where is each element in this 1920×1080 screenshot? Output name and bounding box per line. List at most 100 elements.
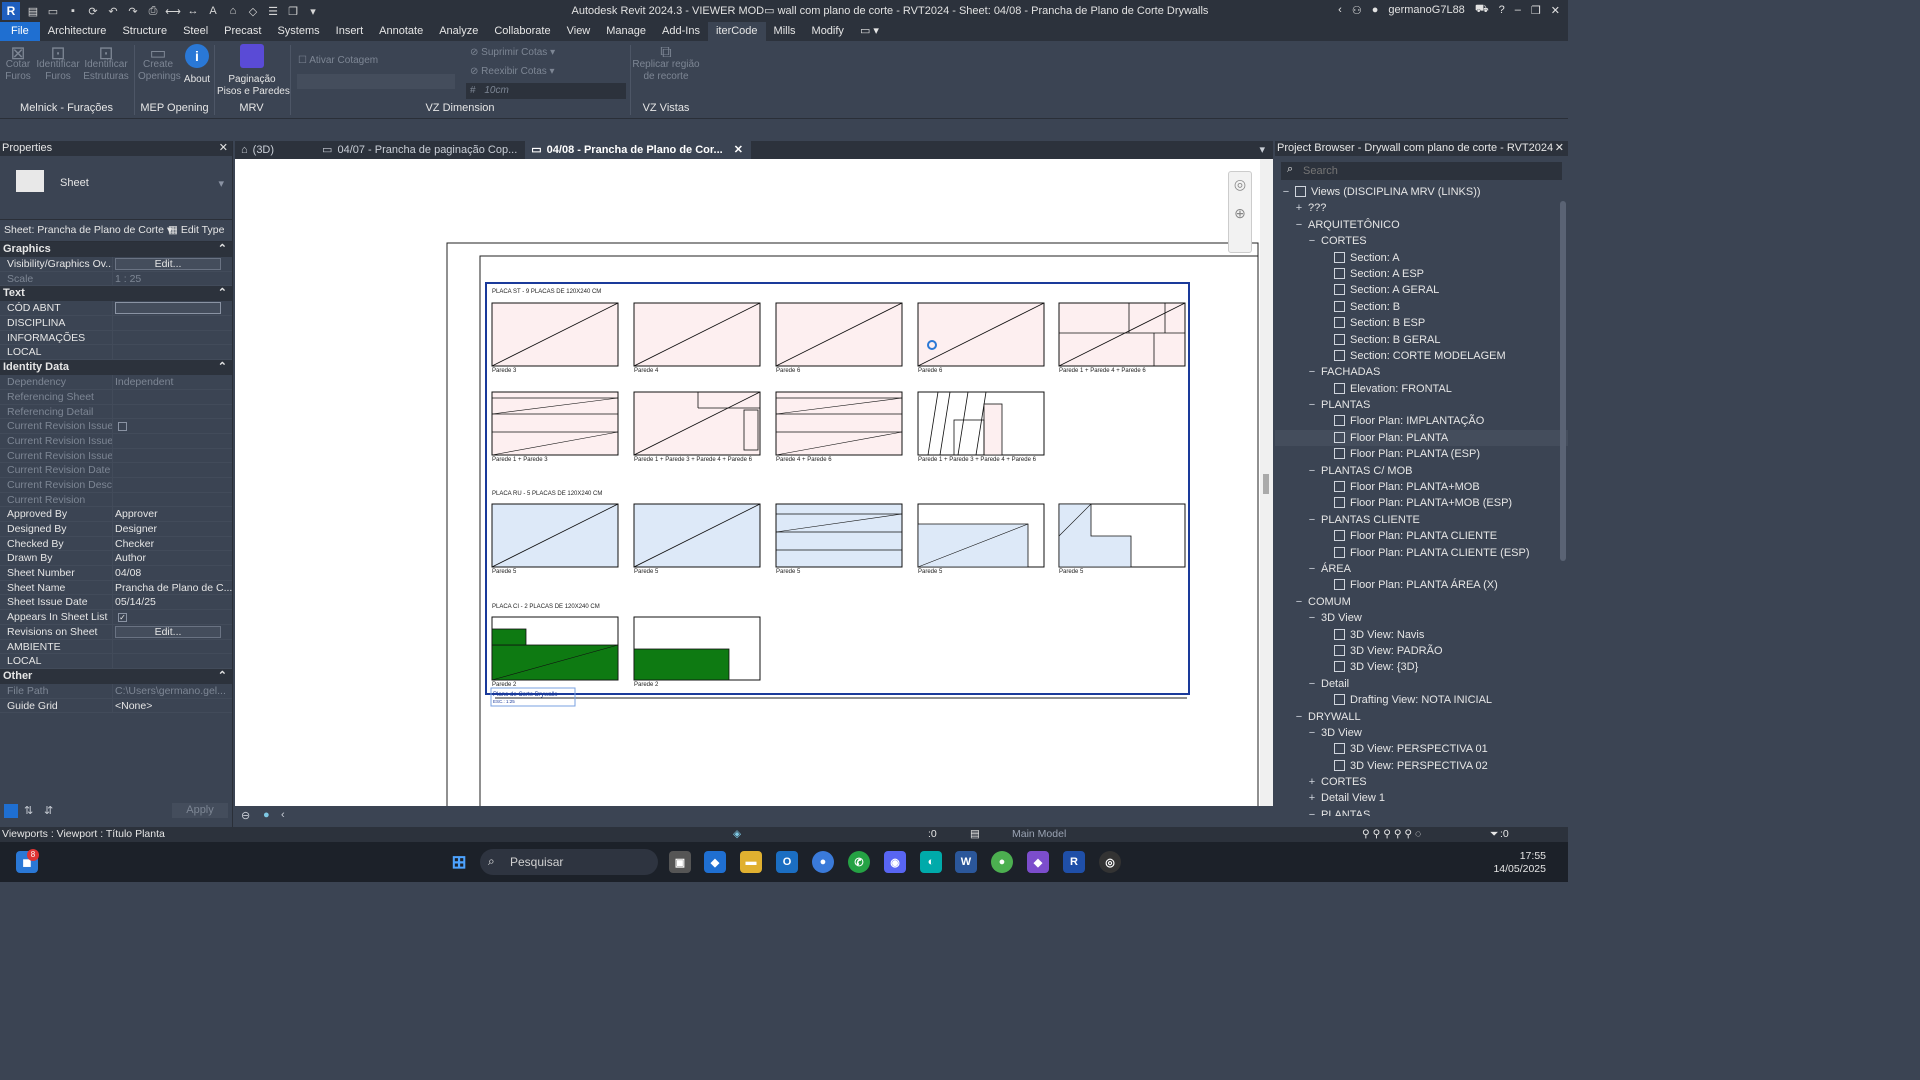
active-model[interactable]: Main Model: [1012, 827, 1066, 842]
ativar-cotagem-checkbox[interactable]: ☐ Ativar Cotagem: [298, 55, 388, 67]
expand-icon[interactable]: +: [1294, 200, 1304, 216]
sync-icon[interactable]: ⟳: [86, 4, 100, 18]
browser-item[interactable]: +???: [1275, 200, 1568, 216]
tab-itercode[interactable]: iterCode: [707, 22, 766, 41]
browser-item[interactable]: Floor Plan: PLANTA+MOB (ESP): [1275, 495, 1568, 511]
minimize-button[interactable]: –: [1515, 4, 1521, 16]
section-identity-data[interactable]: Identity Data ⌃: [0, 360, 232, 376]
collapse-icon[interactable]: −: [1281, 184, 1291, 200]
redo-icon[interactable]: ↷: [126, 4, 140, 18]
identificar-furos-button[interactable]: ⊡ Identificar Furos: [34, 44, 82, 83]
browser-item[interactable]: 3D View: Navis: [1275, 627, 1568, 643]
browser-item[interactable]: Floor Plan: IMPLANTAÇÃO: [1275, 413, 1568, 429]
drawing-canvas[interactable]: Parede 3 Parede 4 Parede 6 Parede 6 Parede 1…: [235, 159, 1273, 819]
light-icon[interactable]: ●: [263, 809, 270, 821]
replicar-regiao-button[interactable]: ⧉ Replicar região de recorte: [632, 45, 700, 83]
browser-item[interactable]: Floor Plan: PLANTA (ESP): [1275, 446, 1568, 462]
dimension-icon[interactable]: ↔: [186, 4, 200, 18]
browser-item[interactable]: Section: A ESP: [1275, 266, 1568, 282]
sort-icon[interactable]: [4, 804, 18, 818]
start-icon[interactable]: ⊞: [448, 851, 470, 873]
tab-precast[interactable]: Precast: [216, 22, 269, 41]
tab-collaborate[interactable]: Collaborate: [486, 22, 558, 41]
browser-item[interactable]: Floor Plan: PLANTA+MOB: [1275, 479, 1568, 495]
whatsapp-icon[interactable]: ✆: [848, 851, 870, 873]
revit-taskbar-icon[interactable]: R: [1063, 851, 1085, 873]
taskbar-search[interactable]: ⌕ Pesquisar: [480, 849, 658, 875]
browser-item[interactable]: − PLANTAS: [1275, 807, 1568, 816]
apply-button[interactable]: Apply: [172, 803, 228, 818]
switch-windows-icon[interactable]: ❐: [286, 4, 300, 18]
section-graphics[interactable]: Graphics ⌃: [0, 242, 232, 257]
tab-3d-view[interactable]: ⌂ (3D): [235, 141, 282, 159]
browser-item[interactable]: 3D View: PADRÃO: [1275, 643, 1568, 659]
paginacao-button[interactable]: Paginação Pisos e Paredes: [217, 44, 290, 98]
filter-icon[interactable]: ⏷: [1490, 827, 1498, 842]
chrome-icon[interactable]: ●: [812, 851, 834, 873]
chevron-left-icon[interactable]: ‹: [1338, 4, 1342, 16]
home-icon[interactable]: ▤: [26, 4, 40, 18]
share-icon[interactable]: ⚇: [1352, 4, 1362, 17]
collapse-icon[interactable]: −: [1294, 217, 1304, 233]
undo-icon[interactable]: ↶: [106, 4, 120, 18]
tab-mills[interactable]: Mills: [766, 22, 804, 41]
tab-modify[interactable]: Modify: [804, 22, 852, 41]
cart-icon[interactable]: ⛟: [1475, 3, 1489, 17]
collapse-icon[interactable]: −: [1307, 397, 1317, 413]
browser-item[interactable]: − DRYWALL: [1275, 709, 1568, 725]
collapse-icon[interactable]: ⌃: [218, 286, 227, 301]
browser-item[interactable]: − PLANTAS C/ MOB: [1275, 463, 1568, 479]
vertical-scrollbar[interactable]: [1260, 159, 1273, 809]
tab-add-ins[interactable]: Add-Ins: [654, 22, 708, 41]
worksets-icon[interactable]: ◈: [733, 827, 741, 842]
instance-selector[interactable]: Sheet: Prancha de Plano de Corte ▾: [4, 224, 172, 236]
collapse-icon[interactable]: ⌃: [218, 360, 227, 375]
task-view-icon[interactable]: ▣: [669, 851, 691, 873]
collapse-icon[interactable]: −: [1294, 594, 1304, 610]
sort-az-icon[interactable]: ⇅: [24, 804, 33, 817]
browser-item[interactable]: + CORTES: [1275, 774, 1568, 790]
user-icon[interactable]: ●: [1372, 4, 1379, 16]
collapse-icon[interactable]: −: [1307, 610, 1317, 626]
expand-icon[interactable]: +: [1307, 774, 1317, 790]
browser-item[interactable]: Section: CORTE MODELAGEM: [1275, 348, 1568, 364]
outlook-icon[interactable]: O: [776, 851, 798, 873]
browser-item[interactable]: −3D View: [1275, 725, 1568, 741]
tab-insert[interactable]: Insert: [328, 22, 372, 41]
checkbox[interactable]: ✓: [118, 612, 127, 622]
clock[interactable]: 17:55 14/05/2025: [1493, 850, 1546, 876]
close-icon[interactable]: ✕: [734, 141, 743, 159]
visual-studio-icon[interactable]: ◆: [1027, 851, 1049, 873]
section-text[interactable]: Text ⌃: [0, 286, 232, 302]
save-icon[interactable]: ▪: [66, 4, 80, 18]
section-icon[interactable]: ◇: [246, 4, 260, 18]
visibility-edit-button[interactable]: Edit...: [115, 258, 221, 270]
browser-item[interactable]: Floor Plan: PLANTA: [1275, 429, 1568, 447]
search-input[interactable]: [1303, 162, 1543, 180]
word-icon[interactable]: W: [955, 851, 977, 873]
browser-scrollbar[interactable]: [1560, 201, 1566, 561]
offset-field[interactable]: # 10cm: [466, 83, 626, 99]
open-icon[interactable]: ▭: [46, 4, 60, 18]
tab-sheet-0408[interactable]: ▭ 04/08 - Prancha de Plano de Cor... ✕: [525, 141, 751, 159]
3d-view-icon[interactable]: ⌂: [226, 4, 240, 18]
revit-logo-icon[interactable]: R: [2, 2, 20, 20]
type-selector[interactable]: Sheet ▾: [0, 156, 232, 220]
tab-manage[interactable]: Manage: [598, 22, 654, 41]
browser-item[interactable]: − Detail: [1275, 676, 1568, 692]
section-other[interactable]: Other ⌃: [0, 668, 232, 684]
revisions-edit-button[interactable]: Edit...: [115, 625, 221, 638]
tab-view[interactable]: View: [559, 22, 599, 41]
collapse-icon[interactable]: −: [1307, 807, 1317, 816]
cotagem-field[interactable]: [297, 74, 455, 89]
browser-item[interactable]: Section: A GERAL: [1275, 282, 1568, 298]
about-button[interactable]: i About: [180, 44, 214, 86]
browser-item[interactable]: Section: A: [1275, 250, 1568, 266]
tab-architecture[interactable]: Architecture: [40, 22, 115, 41]
collapse-icon[interactable]: −: [1307, 676, 1317, 692]
browser-item[interactable]: − Views (DISCIPLINA MRV (LINKS)): [1275, 184, 1568, 200]
browser-item[interactable]: 3D View: PERSPECTIVA 02: [1275, 758, 1568, 774]
collapse-icon[interactable]: −: [1307, 233, 1317, 249]
display-mode-icon[interactable]: ⊖: [241, 809, 250, 822]
suprimir-cotas-button[interactable]: ⊘ Suprimir Cotas ▾: [470, 47, 570, 59]
